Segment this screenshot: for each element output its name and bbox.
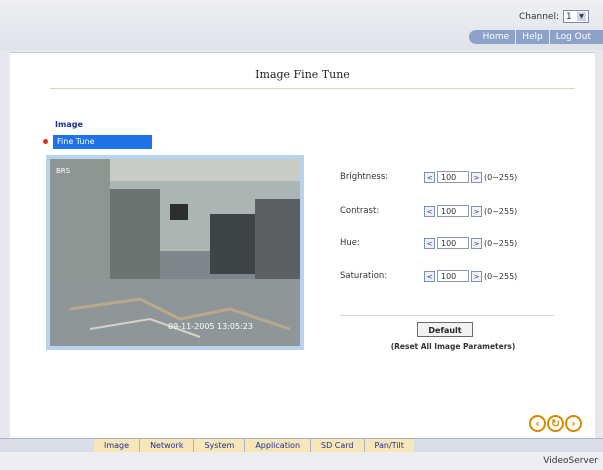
brightness-label: Brightness: [340, 172, 389, 182]
bottom-tabs: Image Network System Application SD Card… [94, 439, 414, 452]
channel-selector: Channel: 1 ▼ [519, 10, 589, 23]
saturation-label: Saturation: [340, 271, 388, 281]
tab-system[interactable]: System [193, 439, 245, 452]
contrast-range: (0~255) [484, 206, 518, 216]
brightness-increase-button[interactable]: > [471, 171, 482, 183]
hue-increase-button[interactable]: > [471, 237, 482, 249]
contrast-value[interactable]: 100 [437, 205, 469, 217]
brightness-control: Brightness: < 100 > (0~255) [340, 170, 517, 184]
navigation-icons: ‹ ↻ › [529, 415, 582, 432]
tab-sd-card[interactable]: SD Card [310, 439, 364, 452]
default-button[interactable]: Default [417, 322, 473, 337]
forward-icon[interactable]: › [565, 415, 582, 432]
bullet-icon [43, 139, 48, 144]
refresh-icon[interactable]: ↻ [547, 415, 564, 432]
title-divider [50, 88, 575, 89]
saturation-value[interactable]: 100 [437, 270, 469, 282]
home-link[interactable]: Home [477, 30, 516, 44]
footer: VideoServer [0, 452, 603, 470]
sidebar-item-fine-tune[interactable]: Fine Tune [53, 135, 152, 149]
back-icon[interactable]: ‹ [529, 415, 546, 432]
hue-label: Hue: [340, 238, 360, 248]
tab-image[interactable]: Image [94, 439, 140, 452]
sidebar-heading: Image [55, 120, 83, 129]
hue-decrease-button[interactable]: < [424, 237, 435, 249]
default-divider [340, 315, 554, 316]
top-bar: Channel: 1 ▼ Home Help Log Out [0, 0, 603, 50]
camera-image: BRS 09-11-2005 13:05:23 [50, 159, 300, 346]
saturation-decrease-button[interactable]: < [424, 270, 435, 282]
hue-range: (0~255) [484, 238, 518, 248]
top-links: Home Help Log Out [468, 30, 603, 44]
main-panel: Image Fine Tune Image Fine Tune BRS 09-1… [10, 52, 595, 439]
help-link[interactable]: Help [515, 30, 549, 44]
preview-overlay-top: BRS [56, 167, 71, 175]
tab-application[interactable]: Application [244, 439, 311, 452]
saturation-control: Saturation: < 100 > (0~255) [340, 269, 517, 283]
hue-control: Hue: < 100 > (0~255) [340, 236, 517, 250]
brand-label: VideoServer [543, 456, 598, 466]
contrast-decrease-button[interactable]: < [424, 205, 435, 217]
brightness-value[interactable]: 100 [437, 171, 469, 183]
brightness-range: (0~255) [484, 172, 518, 182]
logout-link[interactable]: Log Out [548, 30, 597, 44]
saturation-range: (0~255) [484, 271, 518, 281]
camera-preview: BRS 09-11-2005 13:05:23 [46, 155, 304, 350]
tab-pan-tilt[interactable]: Pan/Tilt [363, 439, 414, 452]
channel-value: 1 [566, 11, 572, 22]
channel-dropdown[interactable]: 1 ▼ [563, 10, 589, 23]
page-title: Image Fine Tune [255, 68, 350, 81]
chevron-down-icon: ▼ [577, 12, 586, 21]
contrast-control: Contrast: < 100 > (0~255) [340, 204, 517, 218]
contrast-label: Contrast: [340, 206, 380, 216]
channel-label: Channel: [519, 11, 559, 22]
hue-value[interactable]: 100 [437, 237, 469, 249]
default-note: (Reset All Image Parameters) [390, 342, 516, 351]
contrast-increase-button[interactable]: > [471, 205, 482, 217]
brightness-decrease-button[interactable]: < [424, 171, 435, 183]
tab-network[interactable]: Network [139, 439, 194, 452]
preview-timestamp: 09-11-2005 13:05:23 [168, 322, 253, 331]
saturation-increase-button[interactable]: > [471, 270, 482, 282]
